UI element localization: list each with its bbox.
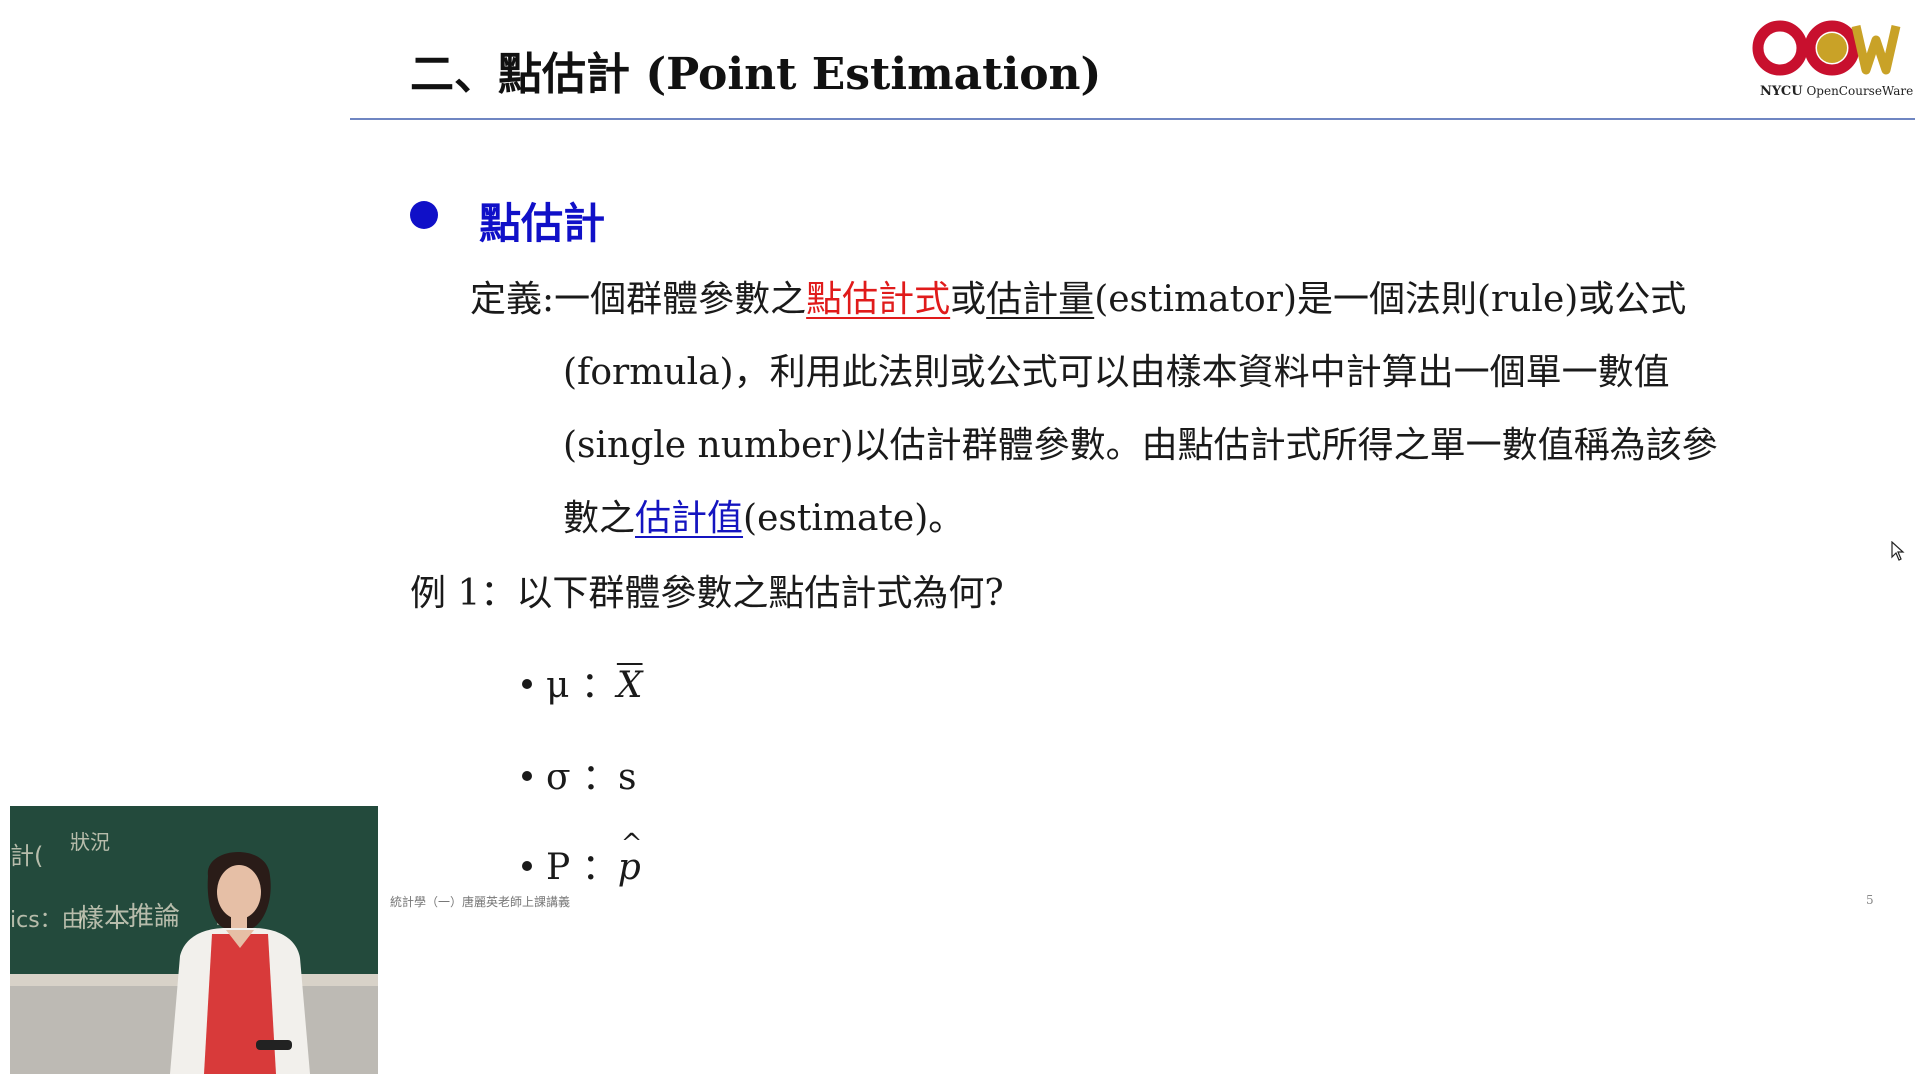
term-point-estimator: 點估計式 — [806, 279, 951, 320]
slide-footer: 統計學（一）唐麗英老師上課講義 — [390, 895, 571, 909]
def-line4-prefix: 數之 — [563, 498, 636, 539]
param: P — [546, 847, 571, 888]
logo-org: NYCU — [1760, 84, 1803, 99]
separator: ： — [580, 665, 617, 706]
bullet-icon — [522, 679, 532, 689]
webcam-video[interactable]: 計( 狀況 ics：由 樣本 推論 母 — [10, 806, 378, 1074]
def-or: 或 — [950, 279, 987, 320]
estimator-s: s — [618, 757, 637, 798]
ocw-logo: NYCU OpenCourseWare — [1752, 18, 1913, 104]
lecturer-figure — [170, 851, 310, 1074]
chalk-writing: ics：由 — [10, 908, 84, 933]
example-prompt: 例 1：以下群體參數之點估計式為何? — [410, 573, 1004, 614]
separator: ： — [582, 757, 619, 798]
definition-line-4: 數之估計值(estimate)。 — [563, 489, 964, 541]
page-number: 5 — [1866, 893, 1874, 907]
term-estimate: 估計值 — [635, 498, 744, 539]
heading-text: 點估計 — [479, 199, 606, 248]
list-item: μ ：X — [522, 656, 643, 708]
bullet-icon — [522, 771, 532, 781]
list-item: P ：p — [522, 838, 641, 890]
chalk-writing: 樣本 — [78, 904, 131, 934]
chalk-writing: 狀況 — [70, 830, 110, 854]
def-prefix: 定義:一個群體參數之 — [470, 279, 807, 320]
bullet-dot-icon — [410, 200, 438, 229]
def-line4-suffix: (estimate)。 — [743, 498, 965, 539]
ocw-logo-mark-icon — [1752, 20, 1901, 76]
separator: ： — [581, 847, 618, 888]
logo-sub: OpenCourseWare — [1806, 84, 1914, 98]
term-estimator: 估計量 — [986, 279, 1095, 320]
estimator-xbar: X — [616, 665, 643, 706]
list-item: σ ：s — [522, 748, 637, 800]
def-rest: (estimator)是一個法則(rule)或公式 — [1094, 279, 1687, 320]
section-heading: 點估計 — [410, 190, 605, 251]
definition-line-2: (formula)，利用此法則或公式可以由樣本資料中計算出一個單一數值 — [563, 352, 1670, 393]
definition-line-3: (single number)以估計群體參數。由點估計式所得之單一數值稱為該參 — [563, 425, 1718, 466]
estimator-phat: p — [618, 847, 641, 888]
slide-title: 二、點估計 (Point Estimation) — [410, 49, 1102, 100]
bullet-icon — [522, 861, 532, 871]
chalk-writing: 計( — [10, 842, 44, 870]
param: σ — [546, 757, 571, 798]
title-divider — [350, 118, 1915, 120]
definition-line-1: 定義:一個群體參數之點估計式或估計量(estimator)是一個法則(rule)… — [470, 270, 1686, 322]
param: μ — [546, 665, 570, 706]
logo-caption: NYCU OpenCourseWare — [1760, 84, 1913, 99]
mouse-pointer-icon — [1891, 541, 1905, 561]
